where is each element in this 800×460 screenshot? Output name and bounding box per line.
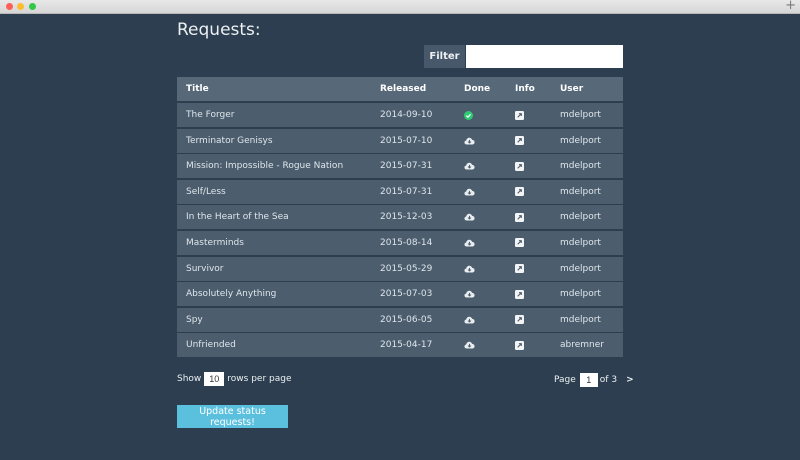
header-user[interactable]: User (560, 77, 620, 101)
cell-title: Unfriended (186, 340, 236, 351)
external-link-icon[interactable] (515, 340, 524, 350)
table-row[interactable]: Terminator Genisys 2015-07-10 mdelport (177, 128, 623, 153)
cell-title: Absolutely Anything (186, 289, 277, 300)
cloud-download-icon[interactable] (464, 316, 475, 324)
cloud-download-icon[interactable] (464, 188, 475, 196)
close-window-button[interactable] (6, 3, 13, 10)
filter-label: Filter (424, 45, 465, 68)
cell-released: 2015-05-29 (380, 263, 433, 274)
rows-per-page-input[interactable] (204, 372, 225, 386)
cloud-download-icon[interactable] (464, 213, 475, 221)
table-row[interactable]: Unfriended 2015-04-17 abremner (177, 333, 623, 358)
rows-per-page-control: Show rows per page (177, 372, 292, 386)
filter-input[interactable] (466, 45, 623, 68)
cell-title: Survivor (186, 263, 224, 274)
external-link-icon[interactable] (515, 187, 524, 197)
cell-user: mdelport (560, 263, 601, 274)
table-row[interactable]: In the Heart of the Sea 2015-12-03 mdelpor… (177, 205, 623, 230)
update-status-button[interactable]: Update status requests! (177, 405, 288, 428)
maximize-window-button[interactable] (29, 3, 36, 10)
external-link-icon[interactable] (515, 289, 524, 299)
cell-title: Masterminds (186, 237, 244, 248)
cell-released: 2015-07-31 (380, 161, 433, 172)
table-row[interactable]: Masterminds 2015-08-14 mdelport (177, 230, 623, 255)
table-row[interactable]: Survivor 2015-05-29 mdelport (177, 256, 623, 281)
current-page-input[interactable] (579, 373, 598, 387)
cloud-download-icon[interactable] (464, 265, 475, 273)
table-header-row: Title Released Done Info User (177, 77, 623, 101)
cell-released: 2015-07-03 (380, 289, 433, 300)
cell-user: mdelport (560, 161, 601, 172)
cell-user: mdelport (560, 237, 601, 248)
cloud-download-icon[interactable] (464, 239, 475, 247)
next-page-button[interactable]: > (626, 375, 634, 385)
cell-title: In the Heart of the Sea (186, 212, 289, 223)
cell-title: Mission: Impossible - Rogue Nation (186, 161, 344, 172)
header-released[interactable]: Released (380, 77, 460, 101)
cloud-download-icon[interactable] (464, 162, 475, 170)
pagination: Page of 3 > (554, 373, 634, 387)
minimize-window-button[interactable] (17, 3, 24, 10)
cell-released: 2015-08-14 (380, 237, 433, 248)
external-link-icon[interactable] (515, 264, 524, 274)
cloud-download-icon[interactable] (464, 137, 475, 145)
check-circle-icon[interactable] (464, 110, 473, 120)
external-link-icon[interactable] (515, 110, 524, 120)
window-titlebar: + (0, 0, 800, 14)
cell-title: The Forger (186, 110, 235, 120)
cell-released: 2014-09-10 (380, 110, 433, 120)
table-row[interactable]: Mission: Impossible - Rogue Nation 2015-0… (177, 154, 623, 179)
new-tab-plus-icon[interactable]: + (785, 0, 796, 14)
rows-suffix-label: rows per page (227, 374, 292, 384)
requests-table: Title Released Done Info User The Forger… (177, 77, 623, 359)
cell-user: abremner (560, 340, 604, 351)
cell-title: Terminator Genisys (186, 135, 273, 146)
cell-title: Spy (186, 314, 203, 325)
cell-title: Self/Less (186, 186, 226, 197)
external-link-icon[interactable] (515, 136, 524, 146)
cell-released: 2015-06-05 (380, 314, 433, 325)
cell-released: 2015-04-17 (380, 340, 433, 351)
cell-user: mdelport (560, 110, 601, 120)
cloud-download-icon[interactable] (464, 290, 475, 298)
cell-user: mdelport (560, 289, 601, 300)
cell-user: mdelport (560, 186, 601, 197)
external-link-icon[interactable] (515, 212, 524, 222)
cloud-download-icon[interactable] (464, 341, 475, 349)
page-count-label: of 3 (599, 375, 618, 385)
table-row[interactable]: Absolutely Anything 2015-07-03 mdelport (177, 282, 623, 307)
cell-user: mdelport (560, 135, 601, 146)
external-link-icon[interactable] (515, 238, 524, 248)
table-row[interactable]: Self/Less 2015-07-31 mdelport (177, 179, 623, 204)
table-row[interactable]: Spy 2015-06-05 mdelport (177, 307, 623, 332)
cell-user: mdelport (560, 314, 601, 325)
cell-released: 2015-07-31 (380, 186, 433, 197)
external-link-icon[interactable] (515, 161, 524, 171)
header-info[interactable]: Info (515, 77, 555, 101)
cell-released: 2015-07-10 (380, 135, 433, 146)
table-row[interactable]: The Forger 2014-09-10 mdelport (177, 103, 623, 127)
page-title: Requests: (177, 20, 261, 40)
header-done[interactable]: Done (464, 77, 504, 101)
header-title[interactable]: Title (186, 77, 376, 101)
external-link-icon[interactable] (515, 315, 524, 325)
app-window: + Requests: Filter Title Released Done I… (0, 0, 800, 460)
page-label: Page (554, 375, 576, 385)
show-label: Show (177, 374, 202, 384)
cell-released: 2015-12-03 (380, 212, 433, 223)
cell-user: mdelport (560, 212, 601, 223)
